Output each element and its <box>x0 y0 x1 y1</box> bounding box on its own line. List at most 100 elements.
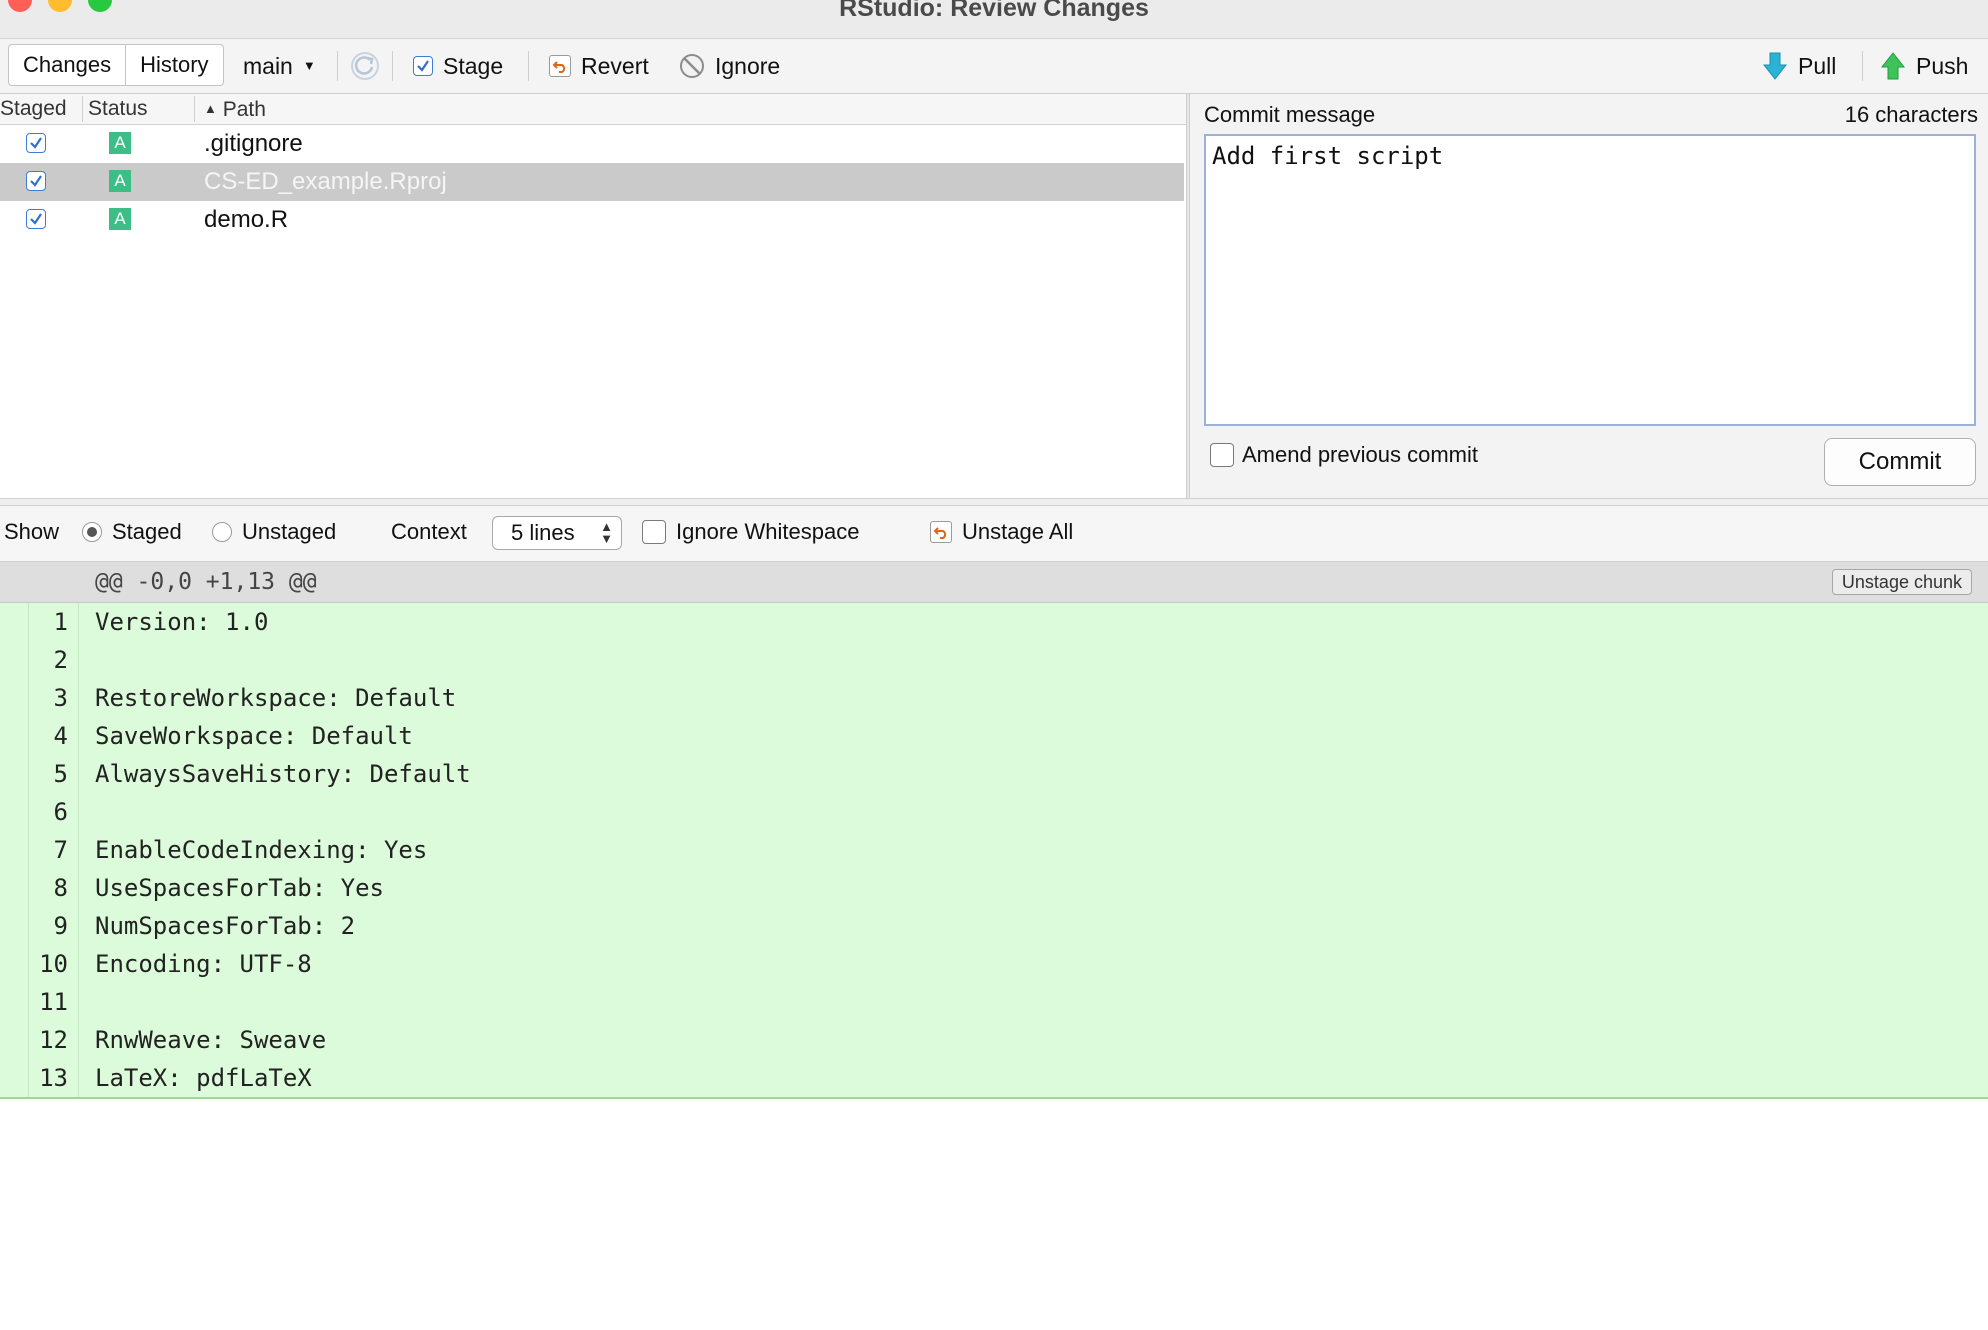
line-number: 9 <box>53 912 68 940</box>
push-button[interactable]: Push <box>1880 39 1968 93</box>
pull-label: Pull <box>1798 53 1837 79</box>
column-header-path[interactable]: ▲ Path <box>204 94 266 125</box>
amend-label: Amend previous commit <box>1242 442 1478 467</box>
ignore-label: Ignore <box>715 53 781 79</box>
tab-changes[interactable]: Changes <box>9 45 125 85</box>
file-path: .gitignore <box>204 130 303 157</box>
diff-line[interactable]: 12 RnwWeave: Sweave <box>0 1021 1988 1059</box>
line-text: NumSpacesForTab: 2 <box>95 912 356 940</box>
line-text: RnwWeave: Sweave <box>95 1026 327 1054</box>
line-number: 10 <box>39 950 68 978</box>
ignore-whitespace-option[interactable]: Ignore Whitespace <box>642 506 859 558</box>
diff-line[interactable]: 2 <box>0 641 1988 679</box>
toolbar-divider <box>1862 51 1863 81</box>
diff-line[interactable]: 9 NumSpacesForTab: 2 <box>0 907 1988 945</box>
commit-pane: Commit message 16 characters Add first s… <box>1190 94 1988 498</box>
line-number: 11 <box>39 988 68 1016</box>
amend-checkbox[interactable] <box>1210 443 1234 467</box>
toolbar-divider <box>337 51 338 81</box>
line-number: 12 <box>39 1026 68 1054</box>
file-row-selected[interactable]: A CS-ED_example.Rproj <box>0 163 1184 201</box>
revert-label: Revert <box>581 53 649 79</box>
staged-checkbox[interactable] <box>26 209 46 229</box>
ignore-button[interactable]: Ignore <box>679 39 780 93</box>
hunk-range: @@ -0,0 +1,13 @@ <box>95 569 317 595</box>
line-number: 5 <box>53 760 68 788</box>
file-path: CS-ED_example.Rproj <box>204 168 447 195</box>
amend-commit-option[interactable]: Amend previous commit <box>1210 442 1478 468</box>
ignore-icon <box>680 54 704 78</box>
diff-options-bar: Show Staged Unstaged Context 5 lines ▲ ▼ … <box>0 506 1988 562</box>
line-text: Encoding: UTF-8 <box>95 950 312 978</box>
branch-dropdown[interactable]: main ▼ <box>243 39 316 93</box>
diff-line[interactable]: 13 LaTeX: pdfLaTeX <box>0 1059 1988 1097</box>
diff-line[interactable]: 6 <box>0 793 1988 831</box>
column-divider <box>82 96 83 122</box>
tab-history[interactable]: History <box>125 45 222 85</box>
column-header-status[interactable]: Status <box>88 94 148 124</box>
pull-button[interactable]: Pull <box>1762 39 1836 93</box>
unstaged-radio-label: Unstaged <box>242 519 337 544</box>
status-added-badge: A <box>109 208 131 230</box>
line-text: UseSpacesForTab: Yes <box>95 874 384 902</box>
status-added-badge: A <box>109 170 131 192</box>
status-added-badge: A <box>109 132 131 154</box>
window-title: RStudio: Review Changes <box>839 0 1149 22</box>
unstage-all-label: Unstage All <box>962 519 1074 544</box>
line-number: 13 <box>39 1064 68 1092</box>
sort-ascending-icon: ▲ <box>204 101 217 116</box>
diff-line[interactable]: 1 Version: 1.0 <box>0 603 1988 641</box>
show-label: Show <box>4 519 60 544</box>
unstage-icon <box>930 521 952 543</box>
commit-message-input[interactable]: Add first script <box>1204 134 1976 426</box>
refresh-button[interactable] <box>350 39 380 93</box>
diff-line[interactable]: 11 <box>0 983 1988 1021</box>
file-row[interactable]: A .gitignore <box>0 125 1184 163</box>
ignore-whitespace-checkbox[interactable] <box>642 520 666 544</box>
radio-selected-icon <box>82 522 102 542</box>
line-number: 8 <box>53 874 68 902</box>
diff-line[interactable]: 5 AlwaysSaveHistory: Default <box>0 755 1988 793</box>
file-path: demo.R <box>204 206 289 233</box>
staged-checkbox[interactable] <box>26 171 46 191</box>
line-number: 3 <box>53 684 68 712</box>
toolbar: Changes History main ▼ Stage Revert Igno… <box>0 39 1988 94</box>
diff-added-lines: 1 Version: 1.0 2 3 RestoreWorkspace: Defau… <box>0 603 1988 1099</box>
column-divider <box>194 96 195 122</box>
line-number: 4 <box>53 722 68 750</box>
staged-checkbox[interactable] <box>26 133 46 153</box>
diff-line[interactable]: 3 RestoreWorkspace: Default <box>0 679 1988 717</box>
show-unstaged-radio[interactable]: Unstaged <box>212 506 336 558</box>
toolbar-divider <box>528 51 529 81</box>
unstage-chunk-button[interactable]: Unstage chunk <box>1831 569 1972 595</box>
stepper-arrows-icon: ▲ ▼ <box>600 519 613 546</box>
show-staged-radio[interactable]: Staged <box>82 506 182 558</box>
line-text: Version: 1.0 <box>95 608 269 636</box>
pane-splitter-horizontal[interactable] <box>0 498 1988 506</box>
chevron-down-icon: ▼ <box>302 58 316 73</box>
context-lines-select[interactable]: 5 lines ▲ ▼ <box>492 516 622 550</box>
context-label: Context <box>391 519 467 544</box>
push-arrow-icon <box>1880 52 1906 80</box>
changed-files-pane: Staged Status ▲ Path A .gitignore A CS-E… <box>0 94 1186 498</box>
stage-button[interactable]: Stage <box>413 39 503 93</box>
line-text: SaveWorkspace: Default <box>95 722 413 750</box>
context-lines-value: 5 lines <box>511 520 575 545</box>
revert-button[interactable]: Revert <box>549 39 649 93</box>
column-header-staged[interactable]: Staged <box>0 94 67 124</box>
unstage-all-button[interactable]: Unstage All <box>930 506 1073 558</box>
diff-line[interactable]: 8 UseSpacesForTab: Yes <box>0 869 1988 907</box>
radio-unselected-icon <box>212 522 232 542</box>
diff-line[interactable]: 10 Encoding: UTF-8 <box>0 945 1988 983</box>
line-number: 2 <box>53 646 68 674</box>
toolbar-divider <box>392 51 393 81</box>
commit-message-label: Commit message <box>1204 102 1376 127</box>
commit-button[interactable]: Commit <box>1824 438 1976 486</box>
staged-radio-label: Staged <box>112 519 182 544</box>
diff-line[interactable]: 7 EnableCodeIndexing: Yes <box>0 831 1988 869</box>
diff-line[interactable]: 4 SaveWorkspace: Default <box>0 717 1988 755</box>
diff-hunk-header: @@ -0,0 +1,13 @@ Unstage chunk <box>0 562 1988 603</box>
push-label: Push <box>1916 53 1969 79</box>
line-number: 6 <box>53 798 68 826</box>
file-row[interactable]: A demo.R <box>0 201 1184 239</box>
